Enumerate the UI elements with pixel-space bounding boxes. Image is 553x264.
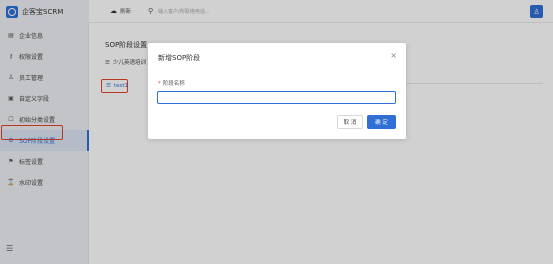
close-icon[interactable]: × [390,51,397,60]
confirm-button[interactable]: 确 定 [367,115,396,129]
required-asterisk: * [158,81,161,87]
stage-name-label: * 阶段名称 [158,79,185,87]
stage-name-label-text: 阶段名称 [162,81,185,87]
stage-name-input[interactable] [157,91,396,104]
add-sop-stage-dialog: 新增SOP阶段 × * 阶段名称 取 消 确 定 [148,43,406,139]
cancel-button[interactable]: 取 消 [337,115,363,129]
dialog-title: 新增SOP阶段 [158,54,201,62]
